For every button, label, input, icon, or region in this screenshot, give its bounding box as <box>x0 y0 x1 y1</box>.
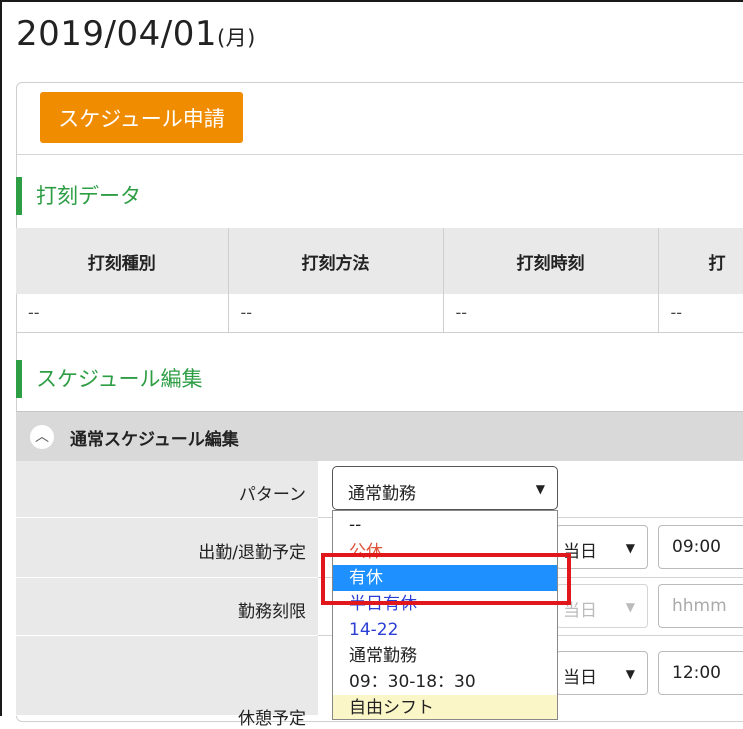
dropdown-option[interactable]: 自由シフト <box>333 695 557 719</box>
dropdown-option[interactable]: 14-22 <box>333 617 557 643</box>
schedule-request-button[interactable]: スケジュール申請 <box>40 92 243 143</box>
column-header: 打刻時刻 <box>443 228 659 294</box>
break-label-cell: 休憩予定 <box>16 636 318 729</box>
work-limit-label-cell: 勤務刻限 <box>16 578 318 636</box>
table-header-row: 打刻種別 打刻方法 打刻時刻 打 <box>16 228 743 294</box>
table-cell: -- <box>443 294 659 333</box>
break-day-value: 当日 <box>563 668 597 688</box>
pattern-label: パターン <box>238 485 306 505</box>
break-time-input[interactable]: 12:00 <box>658 651 743 695</box>
break-day-select[interactable]: 当日 ▼ <box>556 651 648 695</box>
pattern-dropdown-list[interactable]: -- 公休 有休 半日有休 14-22 通常勤務 09：30-18：30 自由シ… <box>332 510 558 720</box>
column-header: 打 <box>658 228 743 294</box>
pattern-select[interactable]: 通常勤務 ▼ <box>332 466 558 510</box>
column-header: 打刻種別 <box>16 228 229 294</box>
schedule-edit-heading: スケジュール編集 <box>16 360 203 398</box>
dropdown-option[interactable]: 09：30-18：30 <box>333 669 557 695</box>
date-text: 2019/04/01 <box>16 14 217 54</box>
pattern-select-value: 通常勤務 <box>348 484 416 504</box>
attendance-time-value: 09:00 <box>672 537 721 557</box>
punch-data-table: 打刻種別 打刻方法 打刻時刻 打 -- -- -- -- <box>16 228 743 333</box>
punch-data-heading: 打刻データ <box>16 177 141 215</box>
attendance-label: 出勤/退勤予定 <box>198 543 306 563</box>
annotation-highlight-box <box>321 553 571 605</box>
caret-down-icon: ▼ <box>625 667 635 681</box>
caret-down-icon: ▼ <box>625 541 635 555</box>
table-row: -- -- -- -- <box>16 294 743 333</box>
accordion-label: 通常スケジュール編集 <box>70 430 239 450</box>
panel-header: スケジュール申請 <box>17 83 743 155</box>
table-cell: -- <box>228 294 444 333</box>
table-cell: -- <box>16 294 229 333</box>
caret-down-icon: ▼ <box>625 600 635 614</box>
attendance-label-cell: 出勤/退勤予定 <box>16 518 318 578</box>
work-limit-label: 勤務刻限 <box>238 602 306 622</box>
work-limit-time-input[interactable]: hhmm <box>658 584 743 628</box>
break-label: 休憩予定 <box>238 709 306 729</box>
dropdown-option[interactable]: -- <box>333 511 557 539</box>
break-time-value: 12:00 <box>672 663 721 683</box>
page-title: 2019/04/01(月) <box>16 14 256 54</box>
chevron-up-icon[interactable]: ︿ <box>30 425 54 449</box>
table-cell: -- <box>658 294 743 333</box>
pattern-label-cell: パターン <box>16 461 318 518</box>
caret-down-icon: ▼ <box>535 482 545 496</box>
attendance-time-input[interactable]: 09:00 <box>658 525 743 569</box>
dropdown-option[interactable]: 通常勤務 <box>333 643 557 669</box>
column-header: 打刻方法 <box>228 228 444 294</box>
normal-schedule-accordion[interactable]: ︿ 通常スケジュール編集 <box>16 411 743 461</box>
work-limit-placeholder: hhmm <box>672 596 727 616</box>
day-of-week: (月) <box>216 26 256 50</box>
